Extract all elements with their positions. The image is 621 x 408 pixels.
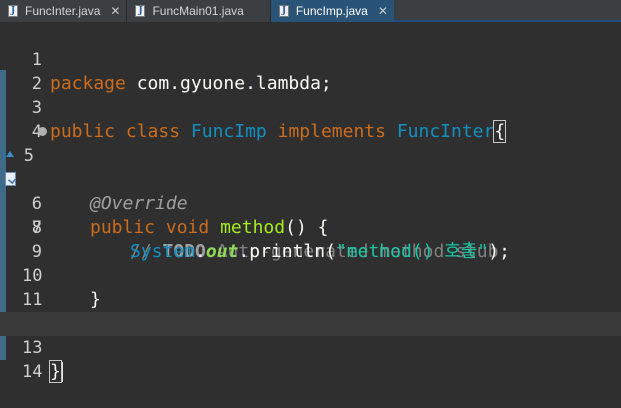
code-editor[interactable]: 1 package com.gyuone.lambda; 2 3 public …	[0, 22, 621, 403]
java-file-icon: J	[8, 5, 18, 17]
tab-label: FuncInter.java	[25, 4, 101, 18]
tab-label: FuncMain01.java	[152, 4, 244, 18]
matched-bracket: }	[49, 360, 62, 383]
code-line[interactable]: 7 // TODO Auto-generated method stub	[0, 168, 621, 262]
java-file-icon: J	[135, 5, 146, 17]
tab-funcimp[interactable]: J FuncImp.java ✕	[269, 0, 394, 22]
editor-tab-bar: J FuncInter.java ✕ J FuncMain01.java J F…	[0, 0, 621, 22]
tab-label: FuncImp.java	[295, 4, 368, 18]
java-file-icon: J	[278, 5, 289, 17]
code-line[interactable]: 2	[0, 48, 621, 94]
override-marker-icon[interactable]	[6, 151, 14, 157]
code-line[interactable]: 4	[0, 96, 621, 142]
code-line[interactable]: 8 System.out.println("method() 호출");	[0, 192, 621, 262]
code-line[interactable]: 12	[0, 288, 621, 334]
close-icon[interactable]: ✕	[378, 0, 388, 22]
code-line[interactable]: 5 @Override	[0, 120, 621, 214]
code-line[interactable]: 9	[0, 216, 621, 262]
text-caret	[60, 362, 63, 382]
code-line[interactable]: 11	[0, 264, 621, 310]
tab-funcinter[interactable]: J FuncInter.java ✕	[0, 0, 127, 22]
line-number: 14	[22, 362, 43, 382]
code-line[interactable]: 14	[0, 336, 621, 382]
code-line[interactable]: 6 public void method() {	[0, 144, 621, 238]
task-marker-icon[interactable]	[5, 172, 16, 186]
code-line[interactable]: 10 }	[0, 240, 621, 310]
code-line[interactable]: 3 public class FuncImp implements FuncIn…	[0, 72, 621, 143]
fold-toggle-icon[interactable]	[38, 127, 47, 136]
code-line[interactable]: 1 package com.gyuone.lambda;	[0, 24, 621, 94]
tab-funcmain01[interactable]: J FuncMain01.java	[126, 0, 270, 22]
close-icon[interactable]: ✕	[110, 0, 120, 22]
current-code-line[interactable]: 13 }	[0, 312, 621, 383]
